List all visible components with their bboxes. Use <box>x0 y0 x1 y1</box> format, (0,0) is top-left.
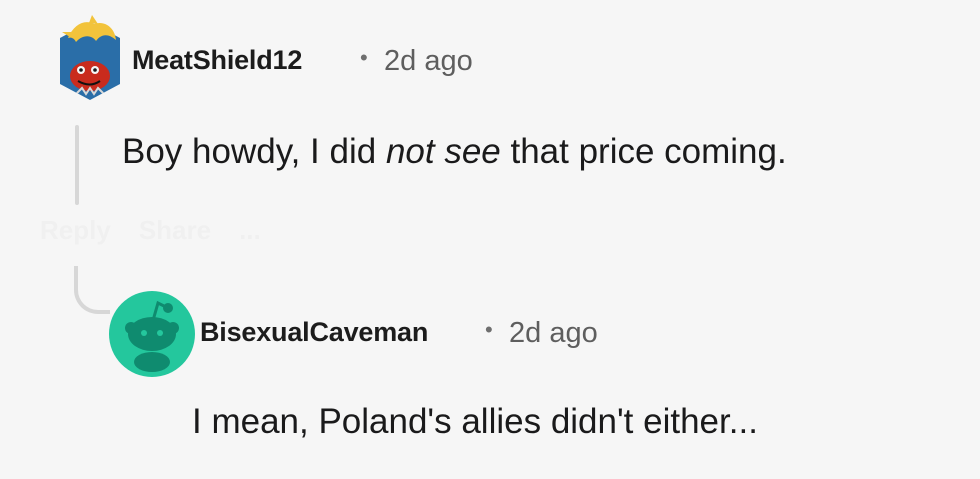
comment-body-emphasis: not see <box>385 132 501 171</box>
snoo-default-avatar-icon[interactable] <box>108 290 196 378</box>
ghost-more-label: ... <box>239 215 261 245</box>
snoo-hex-avatar-icon[interactable] <box>52 14 128 104</box>
thread-connector-icon <box>74 266 110 314</box>
comment-author[interactable]: MeatShield12 <box>132 45 302 76</box>
comment-body: Boy howdy, I did not see that price comi… <box>122 132 787 172</box>
reply-author[interactable]: BisexualCaveman <box>200 317 428 348</box>
comment-body-text-after: that price coming. <box>500 132 787 171</box>
comment-timestamp: 2d ago <box>384 45 473 77</box>
comment-body-text-before: Boy howdy, I did <box>122 132 386 171</box>
ghost-share-label: Share <box>138 215 212 245</box>
reply-timestamp: 2d ago <box>509 317 598 349</box>
ghost-action-bar: Reply Share ... <box>40 215 261 246</box>
comment-thread: MeatShield12 • 2d ago Boy howdy, I did n… <box>0 0 980 479</box>
thread-line[interactable] <box>75 125 79 205</box>
ghost-reply-label: Reply <box>40 215 111 245</box>
reply-body: I mean, Poland's allies didn't either... <box>192 402 758 441</box>
meta-separator: • <box>360 45 368 70</box>
reply-meta-separator: • <box>485 317 493 342</box>
